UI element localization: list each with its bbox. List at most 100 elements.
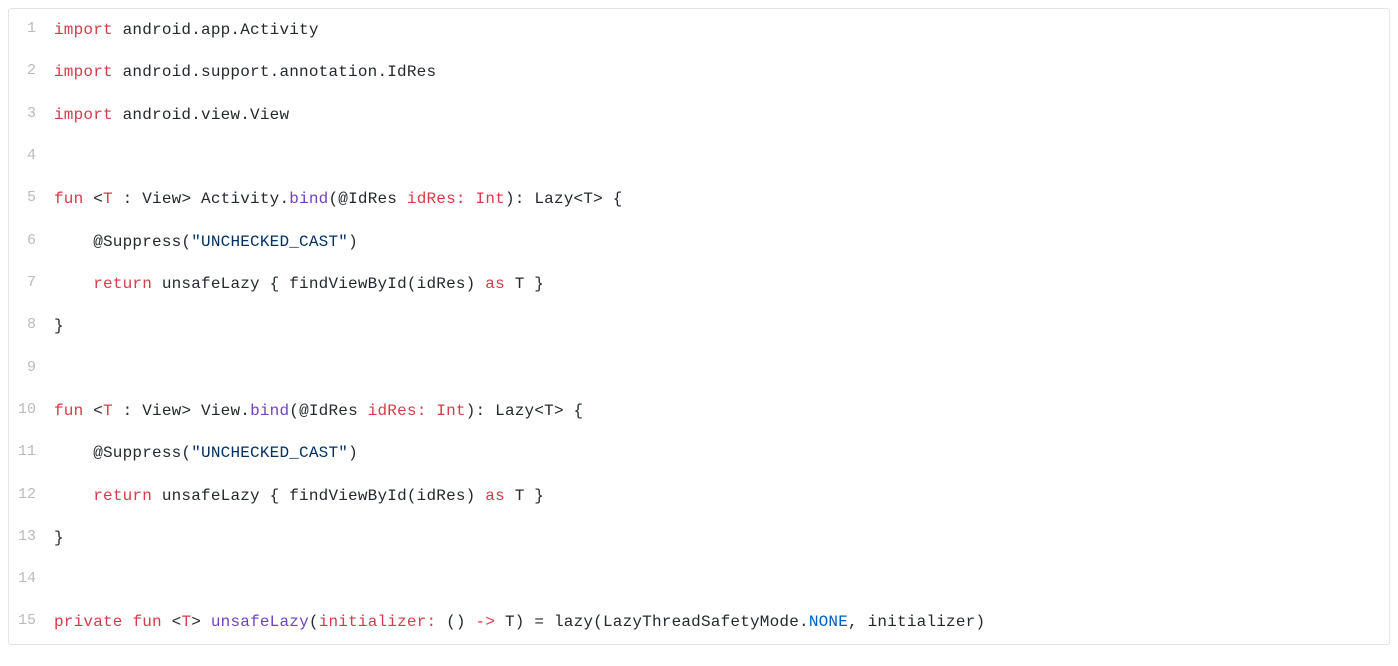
code-token: T	[103, 190, 113, 208]
line-content: }	[54, 305, 1389, 347]
code-token: fun	[132, 613, 161, 631]
code-token: private	[54, 613, 123, 631]
code-token: android.support.annotation.IdRes	[113, 63, 436, 81]
line-number: 9	[9, 348, 54, 390]
code-line: 1import android.app.Activity	[9, 9, 1389, 51]
code-line: 8}	[9, 305, 1389, 347]
code-token: ->	[476, 613, 496, 631]
code-token	[466, 190, 476, 208]
code-line: 15private fun <T> unsafeLazy(initializer…	[9, 601, 1389, 643]
line-content: }	[54, 517, 1389, 559]
code-token: : View> View.	[113, 402, 250, 420]
line-content: import android.app.Activity	[54, 9, 1389, 51]
code-token: T	[181, 613, 191, 631]
line-content: import android.support.annotation.IdRes	[54, 51, 1389, 93]
line-number: 3	[9, 94, 54, 136]
code-line: 5fun <T : View> Activity.bind(@IdRes idR…	[9, 178, 1389, 220]
code-token: @Suppress(	[54, 233, 191, 251]
code-token: import	[54, 63, 113, 81]
code-token: bind	[289, 190, 328, 208]
code-token: import	[54, 106, 113, 124]
code-token: android.app.Activity	[113, 21, 319, 39]
code-token	[54, 487, 93, 505]
code-token: : View> Activity.	[113, 190, 289, 208]
line-number: 14	[9, 559, 54, 601]
code-token: unsafeLazy	[211, 613, 309, 631]
code-token: as	[485, 275, 505, 293]
code-line: 11 @Suppress("UNCHECKED_CAST")	[9, 432, 1389, 474]
line-number: 7	[9, 263, 54, 305]
code-token: "UNCHECKED_CAST"	[191, 233, 348, 251]
line-content: fun <T : View> View.bind(@IdRes idRes: I…	[54, 390, 1389, 432]
code-line: 4	[9, 136, 1389, 178]
code-line: 12 return unsafeLazy { findViewById(idRe…	[9, 475, 1389, 517]
code-line: 13}	[9, 517, 1389, 559]
code-token: fun	[54, 402, 83, 420]
code-token: )	[348, 444, 358, 462]
code-token	[427, 402, 437, 420]
code-token: initializer:	[319, 613, 437, 631]
code-token: "UNCHECKED_CAST"	[191, 444, 348, 462]
line-number: 12	[9, 475, 54, 517]
line-number: 10	[9, 390, 54, 432]
code-token: }	[54, 317, 64, 335]
code-token: NONE	[809, 613, 848, 631]
code-block: 1import android.app.Activity2import andr…	[8, 8, 1390, 645]
line-content: fun <T : View> Activity.bind(@IdRes idRe…	[54, 178, 1389, 220]
code-token: Int	[476, 190, 505, 208]
code-token: idRes:	[407, 190, 466, 208]
code-token: fun	[54, 190, 83, 208]
code-line: 14	[9, 559, 1389, 601]
line-content	[54, 348, 1389, 390]
line-content: @Suppress("UNCHECKED_CAST")	[54, 221, 1389, 263]
code-line: 7 return unsafeLazy { findViewById(idRes…	[9, 263, 1389, 305]
code-token: , initializer)	[848, 613, 985, 631]
line-content: return unsafeLazy { findViewById(idRes) …	[54, 475, 1389, 517]
code-token: <	[83, 402, 103, 420]
code-token: idRes:	[368, 402, 427, 420]
code-token: android.view.View	[113, 106, 289, 124]
code-token: <	[162, 613, 182, 631]
line-content	[54, 136, 1389, 178]
code-line: 3import android.view.View	[9, 94, 1389, 136]
code-token: <	[83, 190, 103, 208]
code-line: 6 @Suppress("UNCHECKED_CAST")	[9, 221, 1389, 263]
code-token: unsafeLazy { findViewById(idRes)	[152, 487, 485, 505]
line-number: 4	[9, 136, 54, 178]
code-token: T	[103, 402, 113, 420]
code-token: @Suppress(	[54, 444, 191, 462]
code-token: ): Lazy<T> {	[466, 402, 584, 420]
line-number: 6	[9, 221, 54, 263]
line-number: 11	[9, 432, 54, 474]
line-number: 8	[9, 305, 54, 347]
code-token: T) = lazy(LazyThreadSafetyMode.	[495, 613, 809, 631]
code-token: return	[93, 487, 152, 505]
code-token: import	[54, 21, 113, 39]
code-token: T }	[505, 487, 544, 505]
line-content: import android.view.View	[54, 94, 1389, 136]
line-number: 5	[9, 178, 54, 220]
line-number: 2	[9, 51, 54, 93]
line-number: 13	[9, 517, 54, 559]
code-token: }	[54, 529, 64, 547]
code-token: return	[93, 275, 152, 293]
line-content	[54, 559, 1389, 601]
line-number: 15	[9, 601, 54, 643]
code-token	[54, 275, 93, 293]
code-token: ): Lazy<T> {	[505, 190, 623, 208]
line-number: 1	[9, 9, 54, 51]
code-token	[123, 613, 133, 631]
code-token: >	[191, 613, 211, 631]
code-token: bind	[250, 402, 289, 420]
code-line: 2import android.support.annotation.IdRes	[9, 51, 1389, 93]
code-token: Int	[436, 402, 465, 420]
code-token: as	[485, 487, 505, 505]
code-token: )	[348, 233, 358, 251]
code-token: (	[309, 613, 319, 631]
code-token: (@IdRes	[328, 190, 406, 208]
code-token: unsafeLazy { findViewById(idRes)	[152, 275, 485, 293]
code-token: (@IdRes	[289, 402, 367, 420]
code-token: ()	[436, 613, 475, 631]
code-line: 10fun <T : View> View.bind(@IdRes idRes:…	[9, 390, 1389, 432]
code-token: T }	[505, 275, 544, 293]
